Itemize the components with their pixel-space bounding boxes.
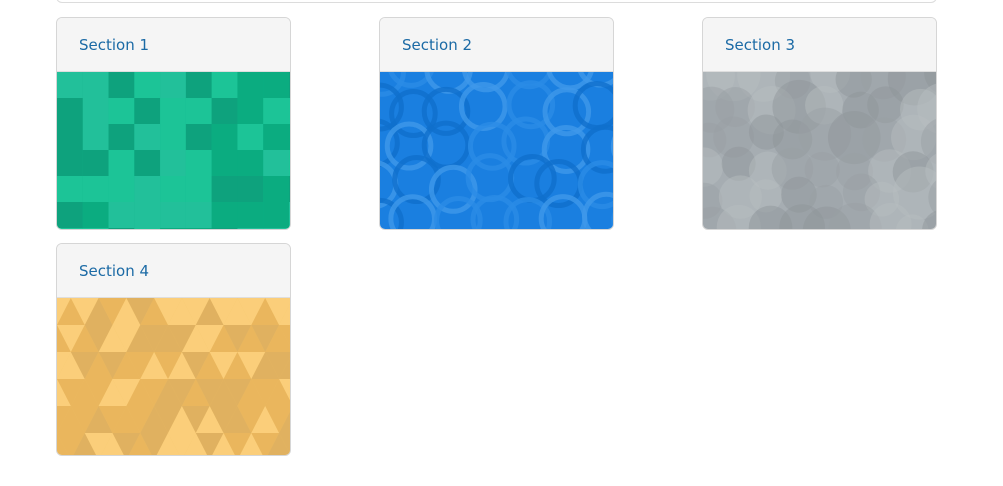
section-card-header: Section 4 bbox=[57, 244, 290, 298]
section-link[interactable]: Section 3 bbox=[725, 36, 795, 54]
triangles-pattern bbox=[57, 298, 290, 455]
circles-pattern bbox=[703, 72, 936, 229]
rings-pattern bbox=[380, 72, 613, 229]
course-grid-page: Section 1 Section 2 Section 3 Section 4 bbox=[0, 0, 1003, 486]
section-link[interactable]: Section 2 bbox=[402, 36, 472, 54]
squares-pattern bbox=[57, 72, 290, 229]
section-card-4[interactable]: Section 4 bbox=[56, 243, 291, 456]
section-pattern-image[interactable] bbox=[380, 72, 613, 229]
section-pattern-image[interactable] bbox=[57, 298, 290, 455]
section-card-3[interactable]: Section 3 bbox=[702, 17, 937, 230]
section-card-header: Section 3 bbox=[703, 18, 936, 72]
section-pattern-image[interactable] bbox=[57, 72, 290, 229]
section-card-1[interactable]: Section 1 bbox=[56, 17, 291, 230]
section-card-header: Section 2 bbox=[380, 18, 613, 72]
section-card-2[interactable]: Section 2 bbox=[379, 17, 614, 230]
section-link[interactable]: Section 1 bbox=[79, 36, 149, 54]
section-card-header: Section 1 bbox=[57, 18, 290, 72]
section-pattern-image[interactable] bbox=[703, 72, 936, 229]
section-link[interactable]: Section 4 bbox=[79, 262, 149, 280]
top-panel-edge bbox=[56, 0, 937, 3]
